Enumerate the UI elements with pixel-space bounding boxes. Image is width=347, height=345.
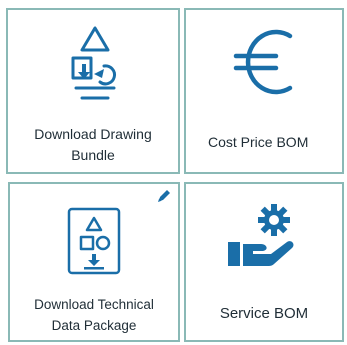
pencil-icon[interactable]: [156, 188, 172, 204]
technical-package-icon: [67, 207, 121, 275]
tile-download-drawing-bundle[interactable]: Download Drawing Bundle: [6, 8, 180, 174]
tile-label: Service BOM: [219, 305, 309, 322]
tile-label: Download Drawing Bundle: [34, 126, 152, 163]
euro-icon: [233, 29, 293, 95]
tile-service-bom[interactable]: Service BOM: [184, 182, 344, 342]
tile-download-technical-data-package[interactable]: Download Technical Data Package: [8, 182, 180, 342]
tile-label: Download Technical Data Package: [34, 297, 154, 333]
drawing-bundle-icon: [71, 26, 116, 100]
service-gear-hand-icon: [228, 204, 294, 266]
tile-cost-price-bom[interactable]: Cost Price BOM: [184, 8, 344, 174]
tile-label: Cost Price BOM: [208, 134, 309, 150]
